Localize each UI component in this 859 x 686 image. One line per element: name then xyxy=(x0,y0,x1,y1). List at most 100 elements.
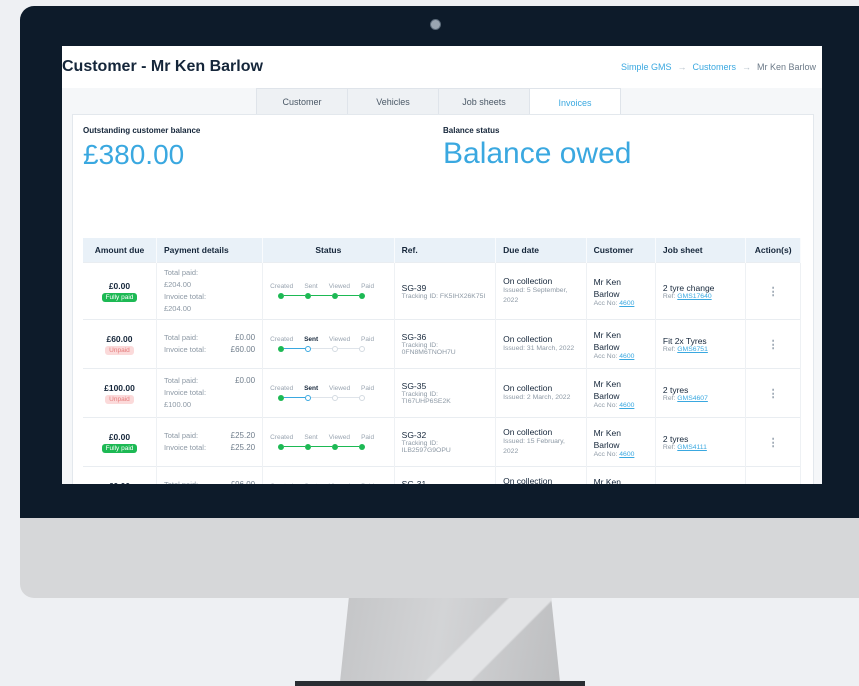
account-link[interactable]: 4600 xyxy=(619,451,634,458)
status-badge: Unpaid xyxy=(105,394,134,404)
table-row[interactable]: £0.00 Fully paid Total paid: £25.20 Invoic… xyxy=(83,417,801,467)
invoices-panel: Outstanding customer balance £380.00 Bal… xyxy=(72,114,814,484)
monitor-chin xyxy=(20,518,859,598)
account-number: Acc No: 4600 xyxy=(594,353,648,360)
more-vertical-icon[interactable]: ⋮ xyxy=(745,262,801,320)
job-sheet-link[interactable]: GMS4111 xyxy=(677,444,707,451)
account-link[interactable]: 4600 xyxy=(619,353,634,360)
status-badge: Unpaid xyxy=(105,345,134,355)
account-number: Acc No: 4600 xyxy=(594,402,648,409)
customer-cell: Mr Ken Barlow Acc No: 4600 xyxy=(586,417,656,467)
tracking-id: Tracking ID: FK5IHX26K75I xyxy=(401,292,486,300)
job-sheet-title: 2 tyre change xyxy=(662,282,715,293)
amount-cell: £0.00 Fully paid xyxy=(83,262,157,320)
payment-details-cell: Total paid: £0.00 Invoice total: £100.00 xyxy=(156,368,264,418)
status-step-labels: Created Sent Viewed Paid xyxy=(270,385,374,392)
tracking-id: Tracking ID: 0FN8M6TNOH7U xyxy=(401,342,456,356)
job-sheet-cell: 2 tyres Ref: GMS4607 xyxy=(655,368,747,418)
status-dot xyxy=(332,394,339,401)
payment-line: Total paid: £204.00 xyxy=(164,267,255,291)
status-connector xyxy=(338,347,360,349)
invoice-ref: SG-36 xyxy=(401,332,427,342)
invoice-ref: SG-32 xyxy=(401,430,427,440)
tab-customer[interactable]: Customer xyxy=(256,88,348,115)
payment-value: £25.20 xyxy=(230,431,256,440)
table-row[interactable]: £0.00 Fully paid Total paid: £204.00 Invoi… xyxy=(83,262,801,320)
status-progress xyxy=(278,345,366,353)
status-step-labels: Created Sent Viewed Paid xyxy=(270,283,374,290)
job-sheet-cell: 2 tyre change Ref: GMS17640 xyxy=(655,262,747,320)
status-dot xyxy=(278,345,285,352)
job-sheet-link[interactable]: GMS4607 xyxy=(677,395,708,402)
due-date-cell: On collection Issued: 15 February, 2022 xyxy=(495,417,587,467)
status-dot xyxy=(332,292,339,299)
outstanding-balance-value: £380.00 xyxy=(83,139,185,170)
customer-name[interactable]: Mr Ken Barlow xyxy=(594,276,648,300)
invoice-ref: SG-39 xyxy=(401,282,427,293)
status-connector xyxy=(284,396,306,398)
job-sheet-link[interactable]: GMS17640 xyxy=(677,293,711,300)
status-dot xyxy=(359,345,366,352)
arrow-right-icon: → xyxy=(741,62,751,72)
invoices-table: Amount due Payment details Status Ref. D… xyxy=(83,238,801,484)
job-sheet-ref: Ref: GMS4111 xyxy=(663,444,738,451)
status-step-label: Viewed xyxy=(328,282,350,290)
status-connector xyxy=(311,445,333,447)
account-link[interactable]: 4600 xyxy=(619,402,634,409)
table-row[interactable]: £60.00 Unpaid Total paid: £0.00 Invoice to… xyxy=(83,319,801,369)
more-vertical-icon[interactable]: ⋮ xyxy=(745,368,801,418)
due-date-cell: On collection Issued: 31 March, 2022 xyxy=(495,319,587,369)
status-dot xyxy=(278,394,285,401)
tab-invoices[interactable]: Invoices xyxy=(529,88,621,116)
account-label: Acc No: xyxy=(593,450,618,458)
status-connector xyxy=(284,347,306,349)
job-sheet-link[interactable]: GMS6751 xyxy=(677,346,708,353)
due-date: On collection xyxy=(503,334,553,344)
customer-name[interactable]: Mr Ken Barlow xyxy=(594,378,648,402)
status-cell: Created Sent Viewed Paid xyxy=(262,368,395,418)
table-row[interactable]: £0.00 Fully paid Total paid:£96.00Invoic… xyxy=(83,466,801,485)
status-connector xyxy=(338,294,360,296)
payment-details-cell: Total paid: £0.00 Invoice total: £60.00 xyxy=(156,319,264,369)
account-label: Acc No: xyxy=(593,299,618,307)
payment-label: Invoice total: xyxy=(163,345,207,354)
more-vertical-icon[interactable]: ⋮ xyxy=(745,417,801,467)
payment-value: £96.00 xyxy=(231,479,255,484)
status-progress xyxy=(278,443,366,451)
customer-name[interactable]: Mr Ken Barlow xyxy=(594,427,648,451)
more-vertical-icon[interactable]: ⋮ xyxy=(745,466,801,484)
tab-vehicles[interactable]: Vehicles xyxy=(347,88,439,115)
payment-line: Invoice total: £25.20 xyxy=(164,442,255,454)
customer-name[interactable]: Mr Ken Barlow xyxy=(594,476,648,485)
status-dot xyxy=(305,292,312,299)
account-link[interactable]: 4600 xyxy=(619,300,634,307)
status-step-label: Sent xyxy=(304,433,318,441)
arrow-right-icon: → xyxy=(677,62,687,72)
status-step-labels: Created Sent Viewed Paid xyxy=(270,434,374,441)
tab-job-sheets[interactable]: Job sheets xyxy=(438,88,530,115)
tab-bar: Customer Vehicles Job sheets Invoices xyxy=(256,88,621,116)
invoice-ref: SG-35 xyxy=(401,381,427,391)
ref-cell: SG-36 Tracking ID: 0FN8M6TNOH7U xyxy=(394,319,497,369)
col-actions: Action(s) xyxy=(745,238,801,263)
job-ref-label: Ref: xyxy=(662,443,676,451)
breadcrumb-simple-gms[interactable]: Simple GMS xyxy=(621,62,672,72)
due-date-cell: On collection Issued: 15 February, 2022 xyxy=(495,466,587,484)
ref-cell: SG-39 Tracking ID: FK5IHX26K75I xyxy=(394,262,497,320)
payment-label: Total paid: xyxy=(163,431,199,440)
col-payment-details: Payment details xyxy=(156,238,264,263)
due-date-cell: On collection Issued: 5 September, 2022 xyxy=(495,262,587,320)
payment-details-cell: Total paid: £25.20 Invoice total: £25.20 xyxy=(156,417,264,467)
tracking-id: Tracking ID: TI67UHP6SE2K xyxy=(401,391,451,405)
payment-line: Total paid: £25.20 xyxy=(164,430,255,442)
status-step-label: Paid xyxy=(361,483,374,485)
col-due-date: Due date xyxy=(495,238,587,263)
table-row[interactable]: £100.00 Unpaid Total paid: £0.00 Invoice t… xyxy=(83,368,801,418)
breadcrumb-customers[interactable]: Customers xyxy=(692,62,736,72)
status-cell: Created Sent Viewed Paid xyxy=(262,319,395,369)
status-step-label: Created xyxy=(270,335,294,343)
customer-name[interactable]: Mr Ken Barlow xyxy=(594,329,648,353)
issued-date: Issued: 5 September, 2022 xyxy=(503,287,568,304)
payment-line: Total paid: £96.00 xyxy=(164,479,255,484)
more-vertical-icon[interactable]: ⋮ xyxy=(745,319,801,369)
